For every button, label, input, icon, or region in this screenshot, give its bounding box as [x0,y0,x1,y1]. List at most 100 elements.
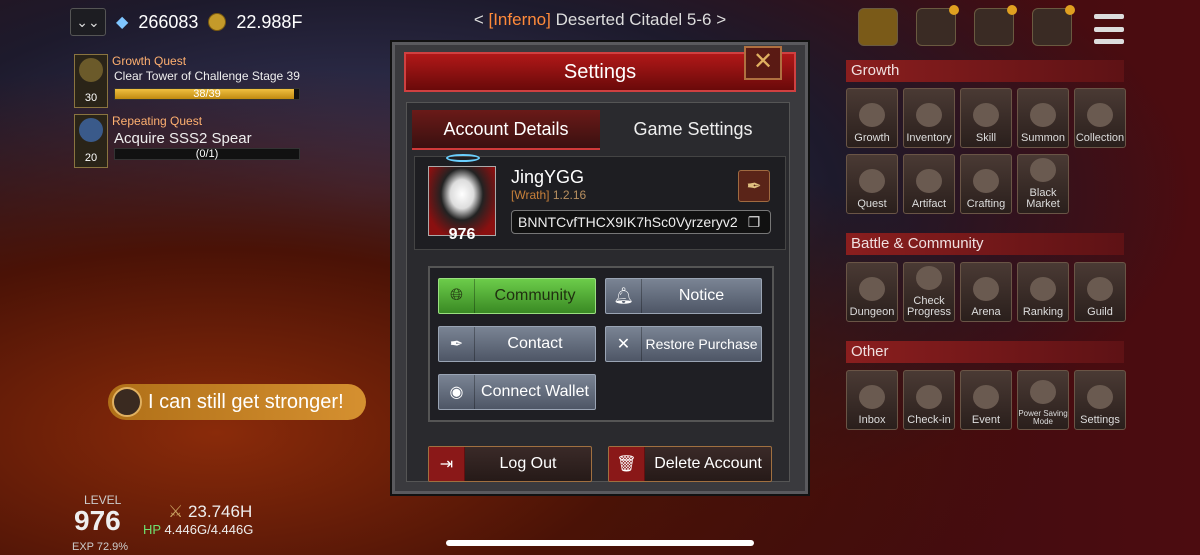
stage-mode: [Inferno] [488,10,551,29]
treasure-icon[interactable] [858,8,898,46]
dungeon-icon [859,277,885,301]
trash-icon: 🗑︎ [609,447,645,481]
summon-icon [1030,103,1056,127]
skill-book-icon[interactable] [1032,5,1075,46]
quest-icon: 30 [74,54,108,108]
close-icon[interactable]: ✕ [744,46,782,80]
quest-progress-bar: (0/1) [114,148,300,160]
tools-icon: ✕ [606,327,642,361]
swords-icon: ⚔ [168,502,188,521]
menu-growth[interactable]: Growth [846,88,898,148]
hamburger-menu-icon[interactable] [1094,14,1124,44]
gold-count: 22.988F [236,11,303,32]
dialog-title: Settings [404,52,796,92]
combat-power: ⚔ 23.746H [168,502,253,521]
skill-icon [973,103,999,127]
menu-artifact[interactable]: Artifact [903,154,955,214]
quest-glyph-icon [79,58,103,82]
stage-title[interactable]: < [Inferno] Deserted Citadel 5-6 > [430,10,770,30]
quest-progress-text: (0/1) [195,148,219,160]
quest-progress-text: 38/39 [193,88,221,100]
menu-skill[interactable]: Skill [960,88,1012,148]
exp-percent: EXP 72.9% [72,541,129,553]
growth-quest[interactable]: 30 Growth Quest Clear Tower of Challenge… [74,54,304,110]
user-id-field: BNNTCvfTHCX9IK7hSc0Vyrzeryv2 [511,210,771,234]
tab-game-settings[interactable]: Game Settings [600,110,786,150]
connect-wallet-button[interactable]: ◉ Connect Wallet [438,374,596,410]
copy-icon[interactable]: ❐ [744,212,764,232]
guild-banner-icon [1087,277,1113,301]
checkmark-icon [916,385,942,409]
collection-icon [1087,103,1113,127]
username: JingYGG [511,167,585,187]
menu-event[interactable]: Event [960,370,1012,430]
quest-menu-icon [859,169,885,193]
gear-icon [1087,385,1113,409]
wallet-icon: ◉ [439,375,475,409]
growth-row-1: Growth Inventory Skill Summon Collection [846,88,1126,148]
repeating-quest[interactable]: 20 Repeating Quest Acquire SSS2 Spear (0… [74,114,304,170]
home-indicator[interactable] [446,540,754,546]
growth-header: Growth [846,60,1124,82]
quest-icon: 20 [74,114,108,168]
battle-row: Dungeon Check Progress Arena Ranking Gui… [846,262,1126,322]
hooded-avatar-icon [112,387,142,417]
menu-check-progress[interactable]: Check Progress [903,262,955,322]
top-menu-icons [858,5,1075,46]
menu-check-in[interactable]: Check-in [903,370,955,430]
black-market-icon [1030,158,1056,182]
menu-settings[interactable]: Settings [1074,370,1126,430]
quill-edit-icon[interactable]: ✒ [738,170,770,202]
menu-summon[interactable]: Summon [1017,88,1069,148]
quest-desc: Acquire SSS2 Spear [114,130,252,147]
logout-button[interactable]: ⇥ Log Out [428,446,592,482]
community-button[interactable]: 🌐︎ Community [438,278,596,314]
guild-version: [Wrath] 1.2.16 [511,188,587,202]
crossed-swords-icon [973,277,999,301]
quest-level: 30 [84,92,98,104]
player-level: 976 [74,505,121,536]
menu-quest[interactable]: Quest [846,154,898,214]
other-row: Inbox Check-in Event Power Saving Mode S… [846,370,1126,430]
menu-arena[interactable]: Arena [960,262,1012,322]
anvil-icon [973,169,999,193]
restore-purchase-button[interactable]: ✕ Restore Purchase [605,326,762,362]
growth-row-2: Quest Artifact Crafting Black Market [846,154,1069,214]
menu-collection[interactable]: Collection [1074,88,1126,148]
growth-icon [859,103,885,127]
menu-guild[interactable]: Guild [1074,262,1126,322]
currency-bar: ⌄⌄ ◆ 266083 22.988F [70,8,302,36]
menu-inbox[interactable]: Inbox [846,370,898,430]
inventory-chest-icon[interactable] [974,5,1017,46]
motivation-banner[interactable]: I can still get stronger! [108,384,366,420]
stage-name: Deserted Citadel 5-6 > [550,10,727,29]
map-pin-icon [916,266,942,290]
artifact-icon [916,169,942,193]
battle-header: Battle & Community [846,233,1124,255]
contact-button[interactable]: ✒ Contact [438,326,596,362]
quest-glyph-icon [79,118,103,142]
character-icon[interactable] [916,5,959,46]
notice-button[interactable]: 🔔︎ Notice [605,278,762,314]
menu-black-market[interactable]: Black Market [1017,154,1069,214]
menu-power-saving[interactable]: Power Saving Mode [1017,370,1069,430]
motivation-text: I can still get stronger! [148,390,344,413]
ranking-icon [1030,277,1056,301]
collapse-button[interactable]: ⌄⌄ [70,8,106,36]
hp-readout: HP 4.446G/4.446G [143,522,254,537]
moon-icon [1030,380,1056,404]
menu-crafting[interactable]: Crafting [960,154,1012,214]
diamond-icon: ◆ [116,14,129,31]
menu-dungeon[interactable]: Dungeon [846,262,898,322]
inventory-icon [916,103,942,127]
delete-account-button[interactable]: 🗑︎ Delete Account [608,446,772,482]
menu-ranking[interactable]: Ranking [1017,262,1069,322]
chevron-down-icon: ⌄⌄ [76,13,100,30]
menu-inventory[interactable]: Inventory [903,88,955,148]
stage-prev: < [473,10,489,29]
tab-account-details[interactable]: Account Details [412,110,600,150]
halo-icon [446,154,480,162]
gold-coin-icon [208,13,227,31]
quest-type: Repeating Quest [112,114,203,128]
globe-icon: 🌐︎ [439,279,475,313]
